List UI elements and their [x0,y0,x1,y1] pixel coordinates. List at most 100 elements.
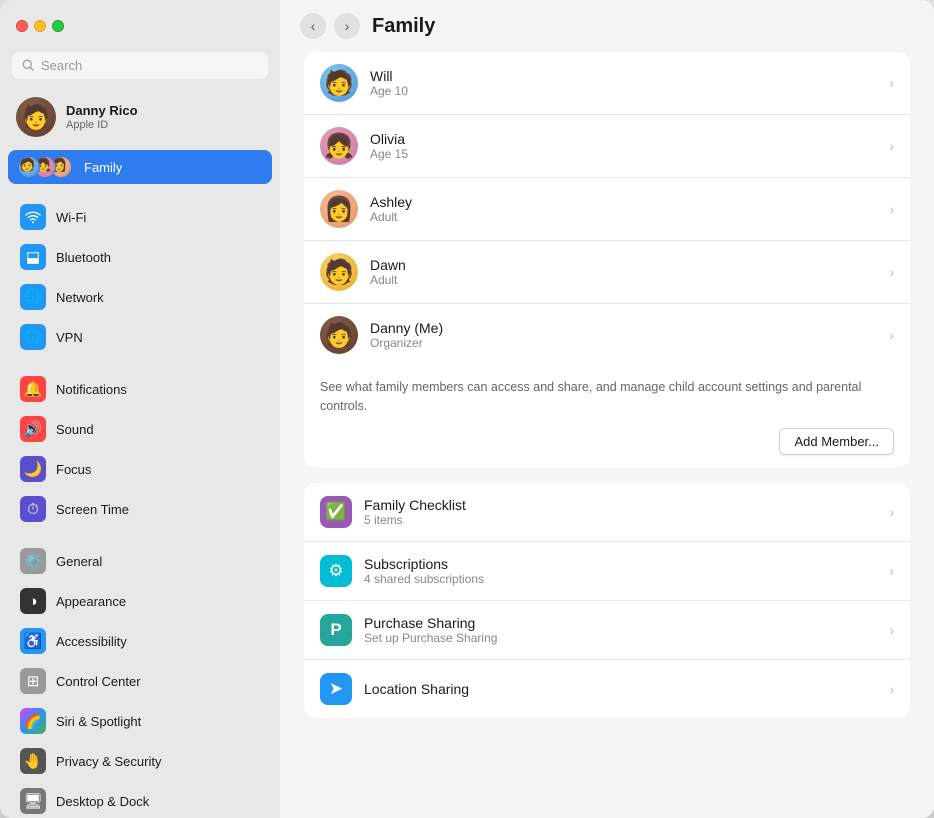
sidebar-item-general[interactable]: ⚙️ General [8,542,272,580]
back-button[interactable]: ‹ [300,13,326,39]
sidebar-item-sound[interactable]: 🔊 Sound [8,410,272,448]
member-avatar-will: 🧑 [320,64,358,102]
privacy-icon: 🤚 [20,748,46,774]
add-member-row: Add Member... [304,416,910,467]
feature-sub-subscriptions: 4 shared subscriptions [364,572,877,586]
sidebar-item-label-accessibility: Accessibility [56,634,127,649]
sidebar-item-notifications[interactable]: 🔔 Notifications [8,370,272,408]
chevron-icon: › [889,622,894,638]
sidebar-item-vpn[interactable]: 🌐 VPN [8,318,272,356]
member-avatar-danny: 🧑 [320,316,358,354]
siri-icon: 🌈 [20,708,46,734]
page-title: Family [372,15,435,38]
sidebar-item-label-siri: Siri & Spotlight [56,714,141,729]
member-role-will: Age 10 [370,84,877,98]
sidebar-item-focus[interactable]: 🌙 Focus [8,450,272,488]
sidebar-item-privacy[interactable]: 🤚 Privacy & Security [8,742,272,780]
forward-button[interactable]: › [334,13,360,39]
sidebar-item-label-screentime: Screen Time [56,502,129,517]
feature-name-subscriptions: Subscriptions [364,556,877,572]
feature-row-location[interactable]: ➤ Location Sharing › [304,660,910,718]
sound-icon: 🔊 [20,416,46,442]
feature-name-location: Location Sharing [364,681,877,697]
main-window: Search 🧑 Danny Rico Apple ID 🧑 👧 👩 Famil… [0,0,934,818]
sidebar-item-label-sound: Sound [56,422,94,437]
traffic-lights [16,20,64,32]
sidebar-item-controlcenter[interactable]: ⊞ Control Center [8,662,272,700]
sidebar-item-screentime[interactable]: ⏱ Screen Time [8,490,272,528]
member-info-will: Will Age 10 [370,68,877,98]
search-icon [22,59,35,72]
member-row-dawn[interactable]: 🧑 Dawn Adult › [304,241,910,304]
user-name: Danny Rico [66,103,138,120]
bluetooth-icon: ⬓ [20,244,46,270]
sidebar-item-appearance[interactable]: ◑ Appearance [8,582,272,620]
feature-info-subscriptions: Subscriptions 4 shared subscriptions [364,556,877,586]
subscriptions-icon: ⚙ [320,555,352,587]
search-bar[interactable]: Search [12,52,268,79]
member-name-olivia: Olivia [370,131,877,147]
accessibility-icon: ♿ [20,628,46,654]
fullscreen-button[interactable] [52,20,64,32]
sidebar-item-label-notifications: Notifications [56,382,127,397]
chevron-icon: › [889,201,894,217]
sidebar-item-label-network: Network [56,290,104,305]
member-name-danny: Danny (Me) [370,320,877,336]
member-row-olivia[interactable]: 👧 Olivia Age 15 › [304,115,910,178]
user-subtitle: Apple ID [66,119,138,131]
scroll-area: 🧑 Will Age 10 › 👧 Olivia Age 15 [280,52,934,818]
sidebar-item-network[interactable]: 🌐 Network [8,278,272,316]
member-info-danny: Danny (Me) Organizer [370,320,877,350]
feature-name-purchase: Purchase Sharing [364,615,877,631]
network-icon: 🌐 [20,284,46,310]
feature-info-checklist: Family Checklist 5 items [364,497,877,527]
add-member-button[interactable]: Add Member... [779,428,894,455]
member-info-olivia: Olivia Age 15 [370,131,877,161]
member-info-dawn: Dawn Adult [370,257,877,287]
search-placeholder: Search [41,58,82,73]
sidebar-item-label-appearance: Appearance [56,594,126,609]
screentime-icon: ⏱ [20,496,46,522]
avatar: 🧑 [16,97,56,137]
sidebar: Search 🧑 Danny Rico Apple ID 🧑 👧 👩 Famil… [0,0,280,818]
member-row-will[interactable]: 🧑 Will Age 10 › [304,52,910,115]
feature-name-checklist: Family Checklist [364,497,877,513]
main-header: ‹ › Family [280,0,934,52]
feature-row-subscriptions[interactable]: ⚙ Subscriptions 4 shared subscriptions › [304,542,910,601]
member-row-ashley[interactable]: 👩 Ashley Adult › [304,178,910,241]
desktop-icon: 🖥 [20,788,46,814]
member-role-dawn: Adult [370,273,877,287]
sidebar-item-accessibility[interactable]: ♿ Accessibility [8,622,272,660]
sidebar-item-wifi[interactable]: Wi-Fi [8,198,272,236]
sidebar-item-label-desktop: Desktop & Dock [56,794,149,809]
chevron-icon: › [889,264,894,280]
member-avatar-olivia: 👧 [320,127,358,165]
member-name-ashley: Ashley [370,194,877,210]
general-icon: ⚙️ [20,548,46,574]
feature-info-purchase: Purchase Sharing Set up Purchase Sharing [364,615,877,645]
sidebar-item-family[interactable]: 🧑 👧 👩 Family [8,150,272,184]
notifications-icon: 🔔 [20,376,46,402]
family-avatars: 🧑 👧 👩 [18,156,66,178]
controlcenter-icon: ⊞ [20,668,46,694]
close-button[interactable] [16,20,28,32]
chevron-icon: › [889,138,894,154]
chevron-icon: › [889,504,894,520]
sidebar-item-bluetooth[interactable]: ⬓ Bluetooth [8,238,272,276]
chevron-icon: › [889,327,894,343]
feature-row-checklist[interactable]: ✅ Family Checklist 5 items › [304,483,910,542]
sidebar-item-siri[interactable]: 🌈 Siri & Spotlight [8,702,272,740]
focus-icon: 🌙 [20,456,46,482]
member-info-ashley: Ashley Adult [370,194,877,224]
member-row-danny[interactable]: 🧑 Danny (Me) Organizer › [304,304,910,366]
user-profile[interactable]: 🧑 Danny Rico Apple ID [0,87,280,149]
member-role-olivia: Age 15 [370,147,877,161]
feature-row-purchase[interactable]: P Purchase Sharing Set up Purchase Shari… [304,601,910,660]
minimize-button[interactable] [34,20,46,32]
sidebar-item-label-family: Family [84,160,122,175]
sidebar-item-label-focus: Focus [56,462,91,477]
wifi-icon [20,204,46,230]
member-role-danny: Organizer [370,336,877,350]
purchase-icon: P [320,614,352,646]
sidebar-item-desktop[interactable]: 🖥 Desktop & Dock [8,782,272,818]
